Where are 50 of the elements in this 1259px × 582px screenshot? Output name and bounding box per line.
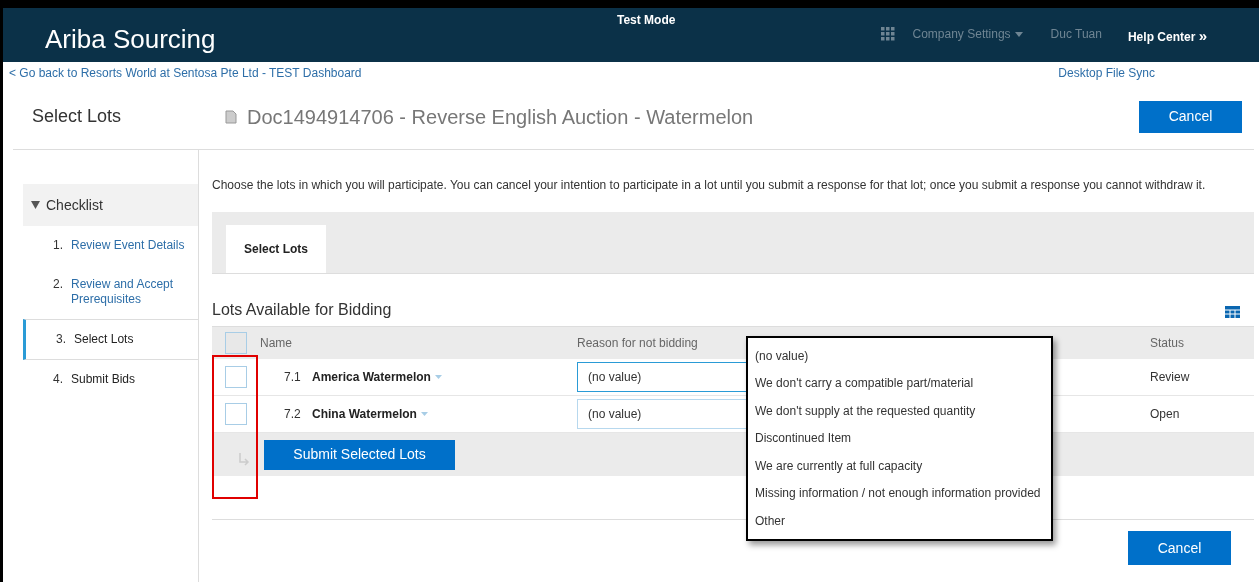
caret-icon [1014, 31, 1023, 37]
reason-select[interactable]: (no value) [577, 362, 747, 392]
user-name[interactable]: Duc Tuan [1050, 25, 1102, 44]
help-center-link[interactable]: Help Center » [1127, 25, 1207, 48]
checklist-item[interactable]: 4. Submit Bids [23, 360, 198, 399]
checklist-item[interactable]: 1. Review Event Details [23, 226, 198, 265]
reason-select[interactable]: (no value) [577, 399, 747, 429]
checklist-title: Checklist [46, 195, 103, 215]
lot-number: 7.2 [284, 406, 302, 423]
table-options-icon[interactable] [1225, 306, 1240, 318]
lot-name-menu[interactable]: America Watermelon [312, 368, 442, 386]
status-text: Open [1150, 406, 1180, 423]
instructions-text: Choose the lots in which you will participate. You can cancel your intention to participate in a lot until you submit a response for that lot; once you submit a response you cannot withdraw it. [212, 177, 1207, 194]
dropdown-option[interactable]: Other [748, 507, 1051, 535]
back-link[interactable]: < Go back to Resorts World at Sentosa Pte Ltd - TEST Dashboard [9, 64, 362, 82]
company-settings-menu[interactable]: Company Settings [912, 25, 1023, 44]
column-header: Reason for not bidding [577, 335, 699, 352]
mode-label: Test Mode [617, 12, 676, 29]
checkbox[interactable] [225, 366, 247, 388]
checklist-item[interactable]: 2. Review and Accept Prerequisites [23, 265, 198, 319]
caret-icon [420, 412, 428, 416]
caret-icon [434, 375, 442, 379]
desktop-file-sync-link[interactable]: Desktop File Sync [1058, 64, 1155, 82]
lot-number: 7.1 [284, 369, 302, 386]
grid-icon[interactable] [880, 27, 895, 42]
checkbox[interactable] [225, 332, 247, 354]
checkbox[interactable] [225, 403, 247, 425]
document-title: Doc1494914706 - Reverse English Auction - Watermelon [247, 104, 754, 130]
page-title: Select Lots [31, 105, 123, 128]
section-title: Lots Available for Bidding [212, 300, 392, 320]
column-header: Status [1150, 335, 1185, 352]
column-header: Name [260, 335, 293, 352]
status-text: Review [1150, 369, 1190, 386]
dropdown-option[interactable]: Discontinued Item [748, 424, 1051, 452]
submit-selected-lots-button[interactable]: Submit Selected Lots [264, 439, 455, 470]
dropdown-option[interactable]: We don't carry a compatible part/material [748, 369, 1051, 397]
app-title: Ariba Sourcing [45, 23, 216, 56]
dropdown-option[interactable]: Missing information / not enough information provided [748, 479, 1051, 507]
cancel-button[interactable]: Cancel [1139, 100, 1242, 133]
lot-name-menu[interactable]: China Watermelon [312, 405, 428, 423]
dropdown-option[interactable]: We are currently at full capacity [748, 452, 1051, 480]
arrow-icon [238, 452, 250, 467]
checklist-header[interactable]: Checklist [23, 184, 198, 226]
checklist-item[interactable]: 3. Select Lots [23, 319, 198, 360]
dropdown-option[interactable]: (no value) [748, 342, 1051, 370]
tab[interactable]: Select Lots [226, 225, 327, 273]
cancel-button[interactable]: Cancel [1128, 531, 1231, 565]
dropdown-option[interactable]: We don't supply at the requested quantity [748, 397, 1051, 425]
expand-triangle-icon [31, 201, 40, 209]
document-icon [225, 109, 237, 124]
